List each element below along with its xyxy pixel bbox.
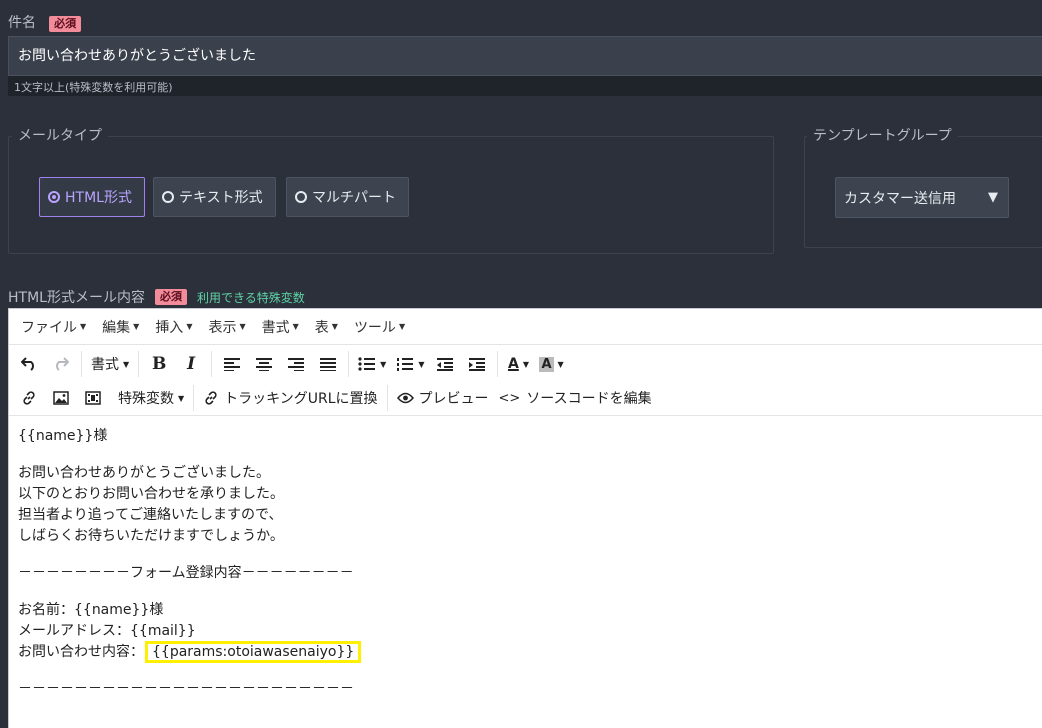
indent-icon[interactable] (461, 350, 493, 378)
format-dropdown[interactable]: 書式 ▼ (86, 350, 134, 378)
content-line: －－－－－－－－－－－－－－－－－－－－－－－－ (18, 681, 354, 697)
toolbar-separator (81, 351, 82, 377)
toolbar-separator (348, 351, 350, 377)
html-content-header: HTML形式メール内容 必須 利用できる特殊変数 (8, 287, 305, 307)
caret-down-icon: ▼ (133, 322, 140, 331)
editor-content[interactable]: {{name}}様 お問い合わせありがとうございました。 以下のとおりお問い合わ… (9, 415, 1042, 728)
toolbar-separator (138, 351, 140, 377)
align-justify-icon[interactable] (312, 350, 344, 378)
caret-down-icon: ▼ (380, 359, 387, 369)
align-left-icon[interactable] (216, 350, 248, 378)
subject-label: 件名 (8, 15, 36, 31)
radio-unselected-icon (162, 191, 174, 203)
align-right-icon[interactable] (280, 350, 312, 378)
menu-view[interactable]: 表示 ▼ (200, 317, 253, 337)
text-color-icon[interactable]: A ▼ (502, 350, 534, 378)
mail-type-html-radio[interactable]: HTML形式 (39, 177, 145, 217)
align-center-icon[interactable] (248, 350, 280, 378)
mail-type-text-radio[interactable]: テキスト形式 (153, 177, 276, 217)
required-badge: 必須 (49, 16, 82, 32)
editor-toolbar-row-2: 特殊変数 ▼ トラッキングURLに置換 プレビュー <> ソースコードを編集 (9, 381, 1042, 415)
content-line: 以下のとおりお問い合わせを承りました。 (18, 486, 284, 502)
editor-menubar: ファイル ▼ 編集 ▼ 挿入 ▼ 表示 ▼ 書式 ▼ 表 ▼ ツール ▼ (9, 309, 1042, 345)
rich-text-editor: ファイル ▼ 編集 ▼ 挿入 ▼ 表示 ▼ 書式 ▼ 表 ▼ ツール ▼ 書式 ▼ B I (8, 308, 1042, 728)
mail-type-legend: メールタイプ (12, 127, 108, 145)
special-vars-link[interactable]: 利用できる特殊変数 (197, 289, 305, 306)
caret-down-icon: ▼ (557, 359, 564, 369)
subject-hint: 1文字以上(特殊変数を利用可能) (8, 76, 1042, 96)
special-vars-dropdown[interactable]: 特殊変数 ▼ (113, 384, 189, 412)
menu-insert[interactable]: 挿入 ▼ (147, 317, 200, 337)
source-code-button[interactable]: <> ソースコードを編集 (494, 384, 657, 412)
toolbar-separator (497, 351, 499, 377)
toolbar-separator (211, 351, 213, 377)
preview-button[interactable]: プレビュー (392, 384, 494, 412)
content-line: {{name}}様 (18, 428, 108, 444)
content-line: メールアドレス：{{mail}} (18, 623, 196, 639)
toolbar-separator (193, 385, 195, 411)
menu-edit[interactable]: 編集 ▼ (94, 317, 147, 337)
menu-table[interactable]: 表 ▼ (307, 317, 346, 337)
subject-input[interactable]: お問い合わせありがとうございました (8, 36, 1042, 76)
template-group-select[interactable]: カスタマー送信用 ▼ (835, 177, 1009, 218)
caret-down-icon: ▼ (80, 322, 87, 331)
menu-tools[interactable]: ツール ▼ (346, 317, 413, 337)
tracking-url-button[interactable]: トラッキングURLに置換 (198, 384, 382, 412)
content-line: お問い合わせ内容： {{params:otoiawasenaiyo}} (18, 641, 1033, 663)
html-content-label: HTML形式メール内容 (8, 290, 145, 306)
caret-down-icon: ▼ (178, 393, 185, 403)
caret-down-icon: ▼ (522, 359, 529, 369)
required-badge: 必須 (154, 289, 187, 305)
caret-down-icon: ▼ (418, 359, 425, 369)
link-icon (205, 391, 217, 405)
link-icon[interactable] (13, 384, 45, 412)
numbered-list-icon[interactable]: ▼ (391, 350, 429, 378)
radio-unselected-icon (295, 191, 307, 203)
radio-selected-icon (48, 191, 60, 203)
radio-label: テキスト形式 (179, 190, 263, 206)
content-line: －－－－－－－－フォーム登録内容－－－－－－－－ (18, 565, 354, 581)
caret-down-icon: ▼ (239, 322, 246, 331)
toolbar-separator (386, 385, 388, 411)
media-icon[interactable] (77, 384, 109, 412)
content-line: しばらくお待ちいただけますでしょうか。 (18, 528, 284, 544)
bullet-list-icon[interactable]: ▼ (353, 350, 391, 378)
code-icon: <> (498, 390, 521, 406)
italic-icon[interactable]: I (175, 350, 207, 378)
content-line: お問い合わせありがとうございました。 (18, 465, 270, 481)
radio-label: HTML形式 (65, 190, 132, 206)
dropdown-arrow-icon: ▼ (988, 190, 998, 205)
template-group-value: カスタマー送信用 (844, 190, 956, 207)
subject-header: 件名 必須 (8, 12, 82, 32)
caret-down-icon: ▼ (123, 359, 130, 369)
background-color-icon[interactable]: A ▼ (534, 350, 568, 378)
content-line: お名前：{{name}}様 (18, 602, 164, 618)
image-icon[interactable] (45, 384, 77, 412)
eye-icon (396, 392, 414, 404)
editor-toolbar-row-1: 書式 ▼ B I ▼ ▼ A ▼ A ▼ (9, 347, 1042, 381)
menu-file[interactable]: ファイル ▼ (13, 317, 94, 337)
content-line (18, 584, 1033, 600)
menu-format[interactable]: 書式 ▼ (254, 317, 307, 337)
highlighted-variable: {{params:otoiawasenaiyo}} (144, 641, 362, 663)
caret-down-icon: ▼ (292, 322, 299, 331)
radio-label: マルチパート (312, 190, 396, 206)
content-line (18, 547, 1033, 563)
content-line (18, 447, 1033, 463)
outdent-icon[interactable] (429, 350, 461, 378)
caret-down-icon: ▼ (398, 322, 406, 331)
content-line: 担当者より追ってご連絡いたしますので、 (18, 507, 283, 523)
mail-type-multipart-radio[interactable]: マルチパート (286, 177, 409, 217)
content-line (18, 663, 1033, 679)
undo-icon[interactable] (13, 350, 45, 378)
caret-down-icon: ▼ (331, 322, 338, 331)
template-group-legend: テンプレートグループ (807, 127, 958, 145)
caret-down-icon: ▼ (186, 322, 193, 331)
bold-icon[interactable]: B (143, 350, 175, 378)
redo-icon[interactable] (45, 350, 77, 378)
